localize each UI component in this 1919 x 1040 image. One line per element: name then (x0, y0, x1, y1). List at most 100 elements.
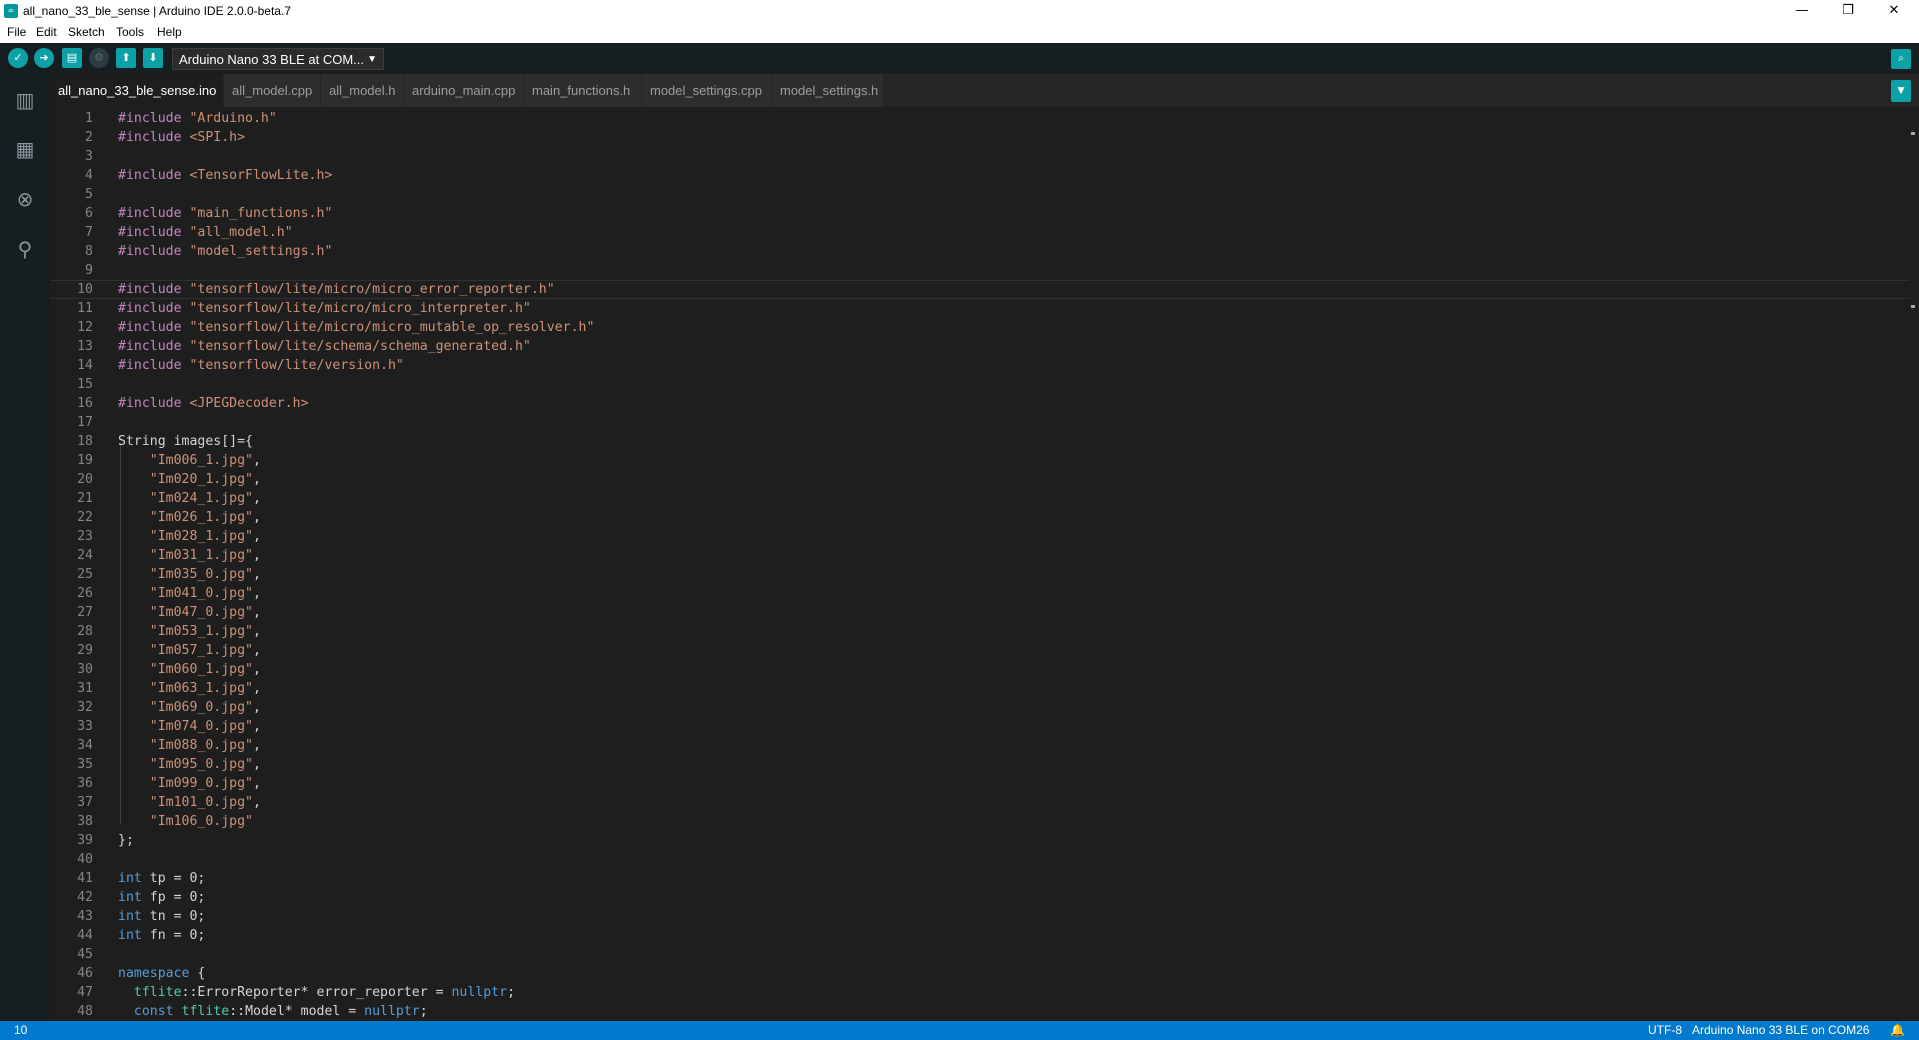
code-line[interactable]: 42 int fp = 0; (50, 888, 1910, 907)
code-line[interactable]: 7 #include "all_model.h" (50, 223, 1910, 242)
code-line[interactable]: 16 #include <JPEGDecoder.h> (50, 394, 1910, 413)
upload-icon[interactable]: ➜ (34, 48, 54, 68)
code-line[interactable]: 8 #include "model_settings.h" (50, 242, 1910, 261)
code-text: String images[]={ (118, 432, 253, 451)
code-text: "Im095_0.jpg", (118, 755, 261, 774)
code-line[interactable]: 27 "Im047_0.jpg", (50, 603, 1910, 622)
tab-all-model-cpp[interactable]: all_model.cpp (224, 74, 320, 107)
code-line[interactable]: 10 #include "tensorflow/lite/micro/micro_… (50, 280, 1910, 299)
line-number: 29 (77, 643, 93, 658)
close-button[interactable]: ✕ (1871, 0, 1917, 22)
code-line[interactable]: 9 (50, 261, 1910, 280)
code-line[interactable]: 33 "Im074_0.jpg", (50, 717, 1910, 736)
line-number: 11 (77, 301, 93, 316)
code-line[interactable]: 19 "Im006_1.jpg", (50, 451, 1910, 470)
code-line[interactable]: 38 "Im106_0.jpg" (50, 812, 1910, 831)
new-sketch-icon[interactable]: ▤ (62, 48, 82, 68)
search-icon[interactable]: ⚲ (13, 237, 37, 261)
code-token: "Im035_0.jpg" (149, 567, 253, 582)
board-selector[interactable]: Arduino Nano 33 BLE at COM... ▼ (172, 48, 384, 70)
code-text: int tn = 0; (118, 907, 205, 926)
code-line[interactable]: 31 "Im063_1.jpg", (50, 679, 1910, 698)
code-line[interactable]: 21 "Im024_1.jpg", (50, 489, 1910, 508)
code-line[interactable]: 11 #include "tensorflow/lite/micro/micro_… (50, 299, 1910, 318)
open-icon[interactable]: ⬆ (116, 48, 136, 68)
code-line[interactable]: 5 (50, 185, 1910, 204)
code-line[interactable]: 35 "Im095_0.jpg", (50, 755, 1910, 774)
code-text: "Im028_1.jpg", (118, 527, 261, 546)
code-text: "Im057_1.jpg", (118, 641, 261, 660)
tab-model-settings-h[interactable]: model_settings.h (772, 74, 883, 107)
verify-icon[interactable]: ✓ (8, 48, 28, 68)
code-line[interactable]: 30 "Im060_1.jpg", (50, 660, 1910, 679)
code-token: #include (118, 130, 190, 145)
tab-overflow-icon[interactable]: ▼ (1891, 80, 1911, 102)
code-token: nullptr (451, 985, 508, 1000)
menu-tools[interactable]: Tools (116, 22, 144, 43)
code-line[interactable]: 28 "Im053_1.jpg", (50, 622, 1910, 641)
code-line[interactable]: 39}; (50, 831, 1910, 850)
code-line[interactable]: 36 "Im099_0.jpg", (50, 774, 1910, 793)
code-line[interactable]: 24 "Im031_1.jpg", (50, 546, 1910, 565)
code-line[interactable]: 15 (50, 375, 1910, 394)
code-token: #include (118, 111, 190, 126)
code-line[interactable]: 26 "Im041_0.jpg", (50, 584, 1910, 603)
code-token: "tensorflow/lite/micro/micro_error_repor… (189, 282, 555, 297)
code-line[interactable]: 37 "Im101_0.jpg", (50, 793, 1910, 812)
code-text: "Im074_0.jpg", (118, 717, 261, 736)
boards-manager-icon[interactable]: ▦ (13, 137, 37, 161)
restore-button[interactable]: ❐ (1825, 0, 1871, 22)
code-line[interactable]: 2 #include <SPI.h> (50, 128, 1910, 147)
minimize-button[interactable]: — (1779, 0, 1825, 22)
code-line[interactable]: 47 tflite::ErrorReporter* error_reporter… (50, 983, 1910, 1002)
tab-model-settings-cpp[interactable]: model_settings.cpp (642, 74, 771, 107)
tab-all-nano-33-ble-sense-ino[interactable]: all_nano_33_ble_sense.ino (50, 74, 223, 107)
status-line-number[interactable]: 10 (14, 1021, 27, 1040)
code-line[interactable]: 44 int fn = 0; (50, 926, 1910, 945)
code-token: "Im101_0.jpg" (149, 795, 253, 810)
code-line[interactable]: 43 int tn = 0; (50, 907, 1910, 926)
debugger-icon[interactable]: ⊗ (13, 187, 37, 211)
menu-sketch[interactable]: Sketch (68, 22, 105, 43)
code-line[interactable]: 45 (50, 945, 1910, 964)
code-line[interactable]: 41 int tp = 0; (50, 869, 1910, 888)
code-line[interactable]: 3 (50, 147, 1910, 166)
bell-icon[interactable]: 🔔 (1890, 1021, 1905, 1040)
code-line[interactable]: 32 "Im069_0.jpg", (50, 698, 1910, 717)
sketchbook-icon[interactable]: ▥ (13, 88, 37, 112)
code-line[interactable]: 18 String images[]={ (50, 432, 1910, 451)
code-line[interactable]: 1 #include "Arduino.h" (50, 109, 1910, 128)
code-line[interactable]: 13 #include "tensorflow/lite/schema/schem… (50, 337, 1910, 356)
code-editor[interactable]: 1 #include "Arduino.h" 2 #include <SPI.h> 3 4… (50, 107, 1919, 1021)
menu-file[interactable]: File (7, 22, 26, 43)
code-line[interactable]: 48 const tflite::Model* model = nullptr; (50, 1002, 1910, 1021)
code-line[interactable]: 14 #include "tensorflow/lite/version.h" (50, 356, 1910, 375)
code-line[interactable]: 23 "Im028_1.jpg", (50, 527, 1910, 546)
tab-all-model-h[interactable]: all_model.h (321, 74, 403, 107)
code-line[interactable]: 40 (50, 850, 1910, 869)
save-icon[interactable]: ⬇ (143, 48, 163, 68)
tab-arduino-main-cpp[interactable]: arduino_main.cpp (404, 74, 523, 107)
code-line[interactable]: 46 namespace { (50, 964, 1910, 983)
code-line[interactable]: 12 #include "tensorflow/lite/micro/micro_… (50, 318, 1910, 337)
code-line[interactable]: 29 "Im057_1.jpg", (50, 641, 1910, 660)
serial-monitor-icon[interactable]: ⌕ (1891, 49, 1911, 69)
code-line[interactable]: 34 "Im088_0.jpg", (50, 736, 1910, 755)
code-line[interactable]: 6 #include "main_functions.h" (50, 204, 1910, 223)
debug-icon[interactable]: ⚙ (89, 48, 109, 68)
code-line[interactable]: 17 (50, 413, 1910, 432)
code-line[interactable]: 25 "Im035_0.jpg", (50, 565, 1910, 584)
code-text: "Im088_0.jpg", (118, 736, 261, 755)
code-line[interactable]: 22 "Im026_1.jpg", (50, 508, 1910, 527)
line-number: 33 (77, 719, 93, 734)
code-line[interactable]: 4 #include <TensorFlowLite.h> (50, 166, 1910, 185)
status-encoding[interactable]: UTF-8 (1648, 1021, 1682, 1040)
menu-help[interactable]: Help (157, 22, 182, 43)
tab-main-functions-h[interactable]: main_functions.h (524, 74, 641, 107)
code-line[interactable]: 20 "Im020_1.jpg", (50, 470, 1910, 489)
status-board[interactable]: Arduino Nano 33 BLE on COM26 (1692, 1021, 1869, 1040)
code-text: int fp = 0; (118, 888, 205, 907)
menu-edit[interactable]: Edit (36, 22, 57, 43)
code-text: "Im031_1.jpg", (118, 546, 261, 565)
